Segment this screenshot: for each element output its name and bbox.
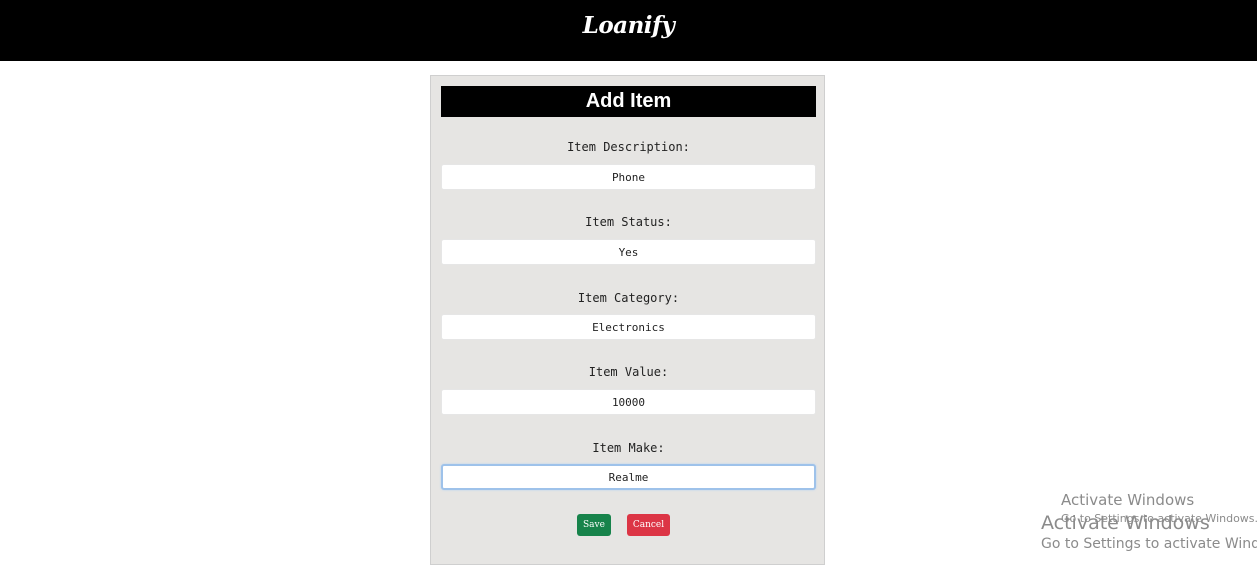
form-title: Add Item <box>441 86 816 117</box>
item-description-input[interactable] <box>441 164 816 190</box>
cancel-button[interactable]: Cancel <box>627 514 670 536</box>
windows-activation-watermark-title: Activate Windows <box>1061 491 1195 509</box>
item-category-label: Item Category: <box>577 291 680 305</box>
brand-logo[interactable]: Loanify <box>0 12 1257 39</box>
item-status-input[interactable] <box>441 239 816 265</box>
item-value-label: Item Value: <box>588 365 669 379</box>
item-category-input[interactable] <box>441 314 816 340</box>
add-item-form: Add Item Item Description: Item Status: … <box>430 75 825 565</box>
item-status-label: Item Status: <box>585 215 672 229</box>
top-navbar: Loanify <box>0 0 1257 61</box>
item-make-label: Item Make: <box>592 441 665 455</box>
item-value-input[interactable] <box>441 389 816 415</box>
item-description-label: Item Description: <box>567 140 690 154</box>
windows-activation-watermark-title-large: Activate Windows <box>1041 512 1210 534</box>
item-make-input[interactable] <box>441 464 816 490</box>
save-button[interactable]: Save <box>577 514 611 536</box>
